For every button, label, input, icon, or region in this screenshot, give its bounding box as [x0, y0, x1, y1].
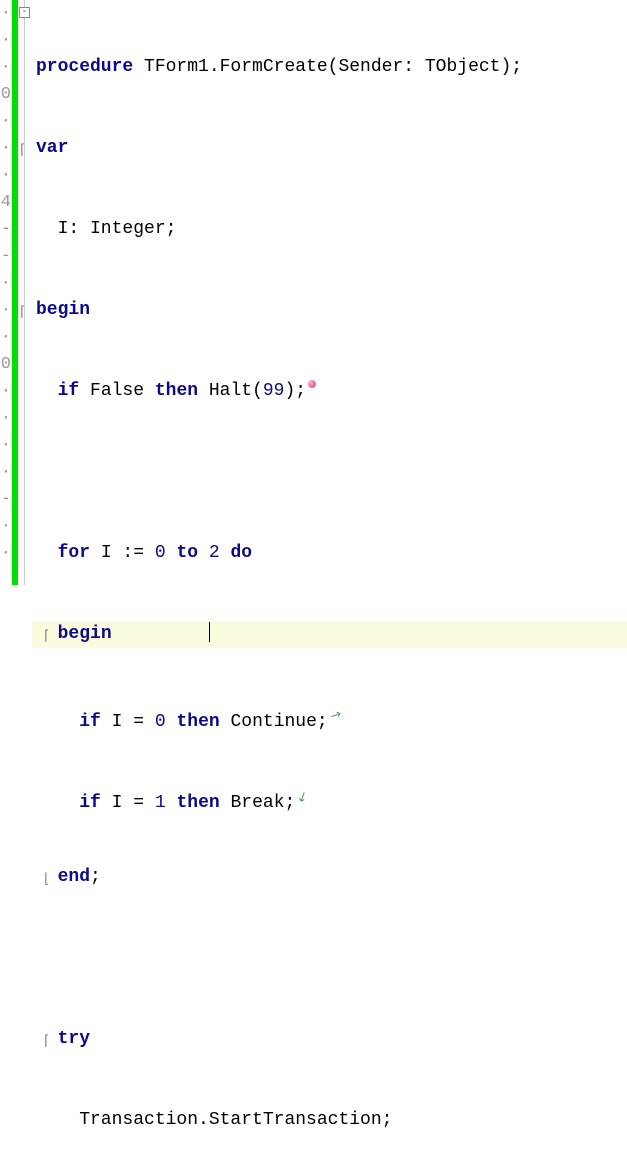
- code-line[interactable]: if I = 0 then Continue;↗: [32, 702, 627, 729]
- code-line[interactable]: Transaction.StartTransaction;: [32, 1107, 627, 1134]
- code-line[interactable]: procedure TForm1.FormCreate(Sender: TObj…: [32, 54, 627, 81]
- gutter-mark: 0: [0, 351, 11, 378]
- code-line[interactable]: if False then Halt(99);: [32, 378, 627, 405]
- gutter-mark: ·: [0, 297, 11, 324]
- gutter-mark: ·: [0, 432, 11, 459]
- keyword-if: if: [79, 793, 101, 813]
- line-number-gutter: · · · 0 · · · 4 - - · · · 0 · · · · - · …: [0, 0, 12, 585]
- gutter-mark: ·: [0, 27, 11, 54]
- keyword-try: try: [58, 1029, 90, 1049]
- keyword-var: var: [36, 138, 68, 158]
- keyword-do: do: [231, 543, 253, 563]
- gutter-mark: 0: [0, 81, 11, 108]
- keyword-if: if: [58, 381, 80, 401]
- fold-open-icon: ⌈: [20, 138, 25, 165]
- code-line[interactable]: if I = 1 then Break;↗: [32, 783, 627, 810]
- fold-toggle-icon[interactable]: -: [19, 7, 30, 18]
- keyword-begin: begin: [58, 624, 112, 644]
- code-line[interactable]: [32, 459, 627, 486]
- gutter-mark: ·: [0, 405, 11, 432]
- code-line[interactable]: ⌈var: [32, 135, 627, 162]
- fold-close-icon: ⌊: [44, 867, 49, 894]
- code-line[interactable]: for I := 0 to 2 do: [32, 540, 627, 567]
- gutter-mark: ·: [0, 270, 11, 297]
- gutter-mark: 4: [0, 189, 11, 216]
- code-line[interactable]: I: Integer;: [32, 216, 627, 243]
- code-editor: · · · 0 · · · 4 - - · · · 0 · · · · - · …: [0, 0, 627, 585]
- gutter-mark: -: [0, 486, 11, 513]
- keyword-then: then: [176, 712, 219, 732]
- fold-open-icon: ⌈: [44, 624, 49, 651]
- code-area[interactable]: procedure TForm1.FormCreate(Sender: TObj…: [32, 0, 627, 585]
- gutter-mark: ·: [0, 54, 11, 81]
- gutter-mark: ·: [0, 135, 11, 162]
- keyword-for: for: [58, 543, 90, 563]
- text-cursor: [209, 622, 210, 642]
- fold-open-icon: ⌈: [20, 300, 25, 327]
- code-line[interactable]: [32, 945, 627, 972]
- gutter-mark: ·: [0, 0, 11, 27]
- gutter-mark: ·: [0, 378, 11, 405]
- halt-marker-icon: [308, 380, 316, 388]
- gutter-mark: ·: [0, 459, 11, 486]
- keyword-end: end: [58, 867, 90, 887]
- keyword-to: to: [176, 543, 198, 563]
- keyword-if: if: [79, 712, 101, 732]
- gutter-mark: -: [0, 243, 11, 270]
- fold-open-icon: ⌈: [44, 1029, 49, 1056]
- keyword-then: then: [176, 793, 219, 813]
- keyword-then: then: [155, 381, 198, 401]
- fold-gutter[interactable]: -: [18, 0, 32, 585]
- gutter-mark: ·: [0, 513, 11, 540]
- keyword-procedure: procedure: [36, 57, 133, 77]
- gutter-mark: ·: [0, 324, 11, 351]
- gutter-mark: ·: [0, 162, 11, 189]
- gutter-mark: ·: [0, 108, 11, 135]
- keyword-begin: begin: [36, 300, 90, 320]
- code-line[interactable]: ⌊end;: [32, 864, 627, 891]
- code-line-active[interactable]: ⌈ begin: [32, 621, 627, 648]
- gutter-mark: ·: [0, 540, 11, 567]
- code-line[interactable]: ⌈begin: [32, 297, 627, 324]
- code-line[interactable]: ⌈ try: [32, 1026, 627, 1053]
- gutter-mark: -: [0, 216, 11, 243]
